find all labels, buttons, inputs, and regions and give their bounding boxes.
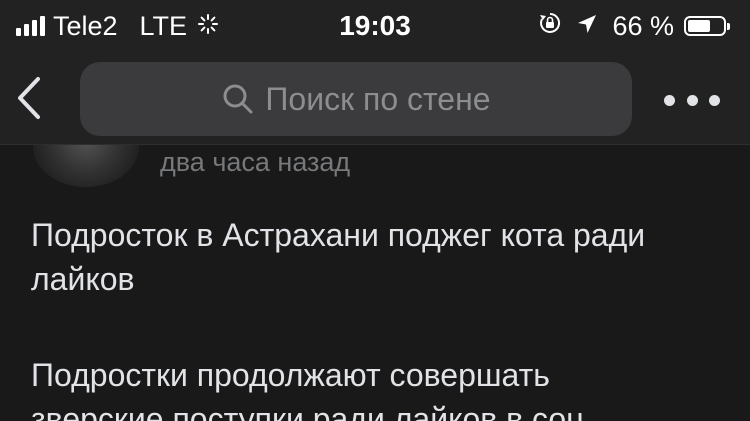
battery-percent: 66 %: [612, 10, 674, 41]
nav-bar: Поиск по стене: [0, 52, 750, 145]
search-icon: [223, 84, 253, 114]
location-arrow-icon: [576, 11, 598, 42]
search-input[interactable]: Поиск по стене: [80, 62, 632, 136]
battery-icon: [684, 16, 730, 36]
back-button[interactable]: [16, 76, 56, 122]
more-dots-icon: [664, 94, 720, 106]
search-placeholder: Поиск по стене: [265, 80, 491, 117]
battery-fill: [688, 20, 710, 32]
status-bar: Tele2 LTE 19:03 66 %: [0, 0, 750, 52]
post-body: Подростки продолжают совершать зверские …: [31, 357, 585, 421]
orientation-lock-icon: [538, 11, 562, 42]
post-time: два часа назад: [160, 147, 351, 177]
status-right: 66 %: [538, 10, 730, 42]
avatar[interactable]: [33, 145, 139, 187]
wall-post: два часа назад Подросток в Астрахани под…: [0, 145, 750, 421]
more-options-button[interactable]: [664, 88, 720, 112]
post-title: Подросток в Астрахани поджег кота ради л…: [31, 217, 646, 297]
chevron-left-icon: [18, 77, 40, 119]
